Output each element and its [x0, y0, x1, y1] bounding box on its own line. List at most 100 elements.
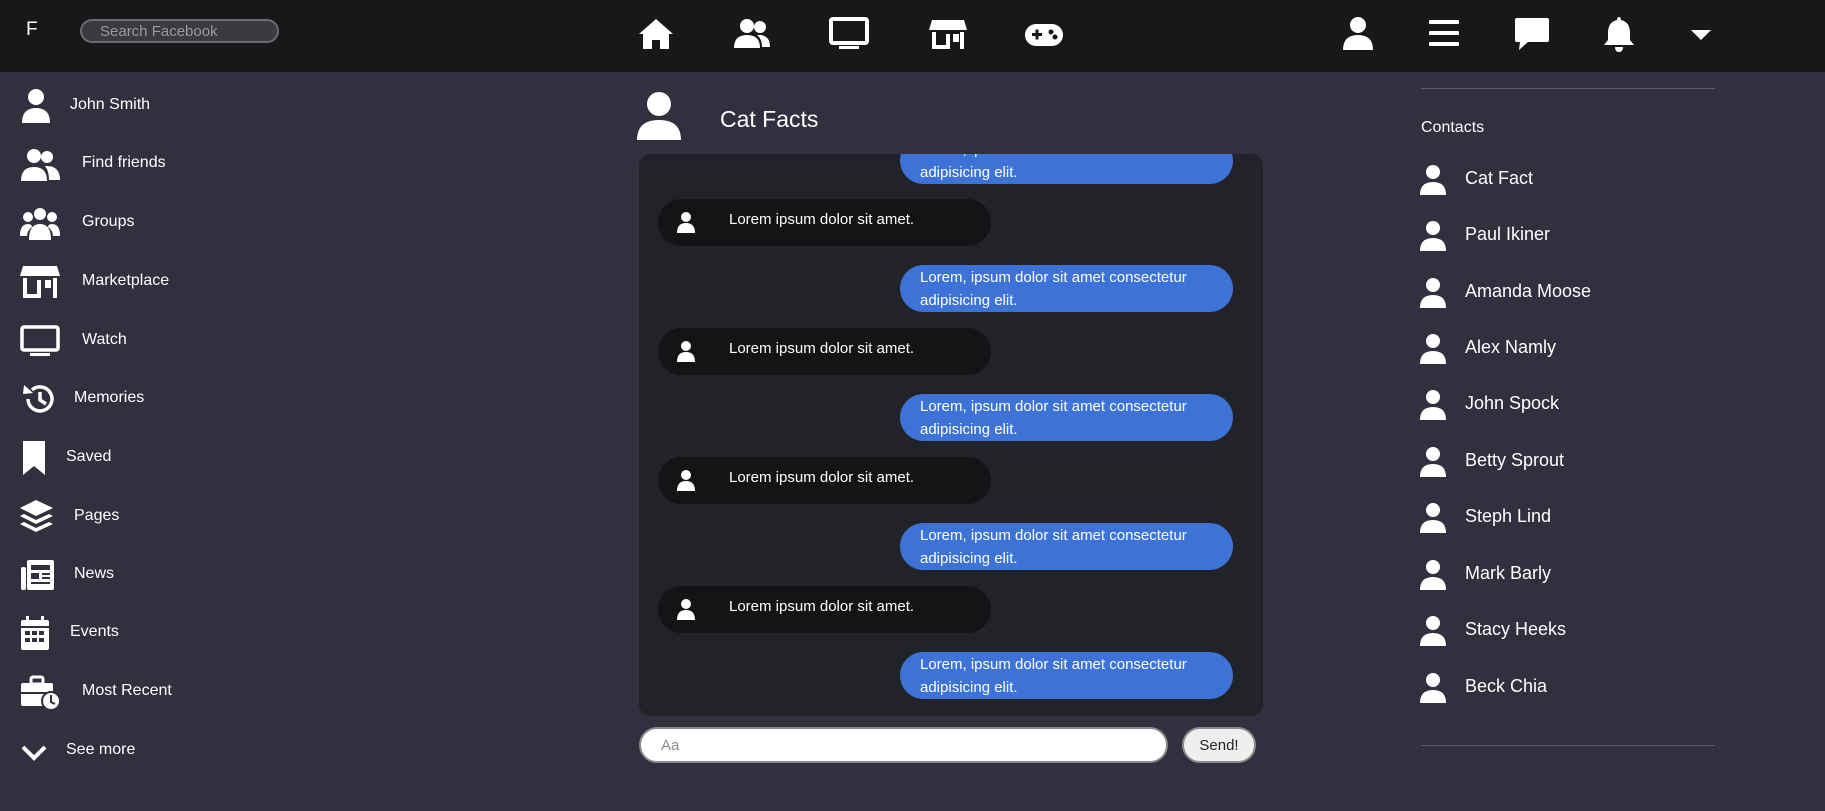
user-icon — [1419, 389, 1447, 421]
contact-item[interactable]: John Spock — [1419, 383, 1709, 423]
sidebar-see-more[interactable]: See more — [0, 729, 320, 773]
marketplace-icon — [20, 264, 64, 300]
divider — [1421, 88, 1715, 89]
sidebar-item-saved[interactable]: Saved — [0, 436, 320, 480]
sidebar-item-label: Find friends — [82, 154, 166, 171]
sidebar-item-label: See more — [66, 741, 136, 758]
incoming-message: Lorem ipsum dolor sit amet. — [658, 457, 991, 504]
contact-name: Alex Namly — [1465, 337, 1557, 357]
sidebar-item-profile[interactable]: John Smith — [0, 84, 320, 128]
home-icon[interactable] — [636, 14, 676, 54]
contact-item[interactable]: Stacy Heeks — [1419, 609, 1709, 649]
user-icon — [1419, 333, 1447, 365]
outgoing-message: Lorem, ipsum dolor sit amet consectetur … — [900, 523, 1233, 570]
sidebar-item-label: Memories — [74, 389, 145, 406]
top-navigation-bar: F — [0, 0, 1825, 72]
sidebar-item-events[interactable]: Events — [0, 611, 320, 655]
user-icon — [674, 339, 698, 363]
sidebar-item-label: Watch — [82, 331, 127, 348]
user-icon — [1419, 672, 1447, 704]
contact-item[interactable]: Paul Ikiner — [1419, 214, 1709, 254]
friends-icon — [20, 146, 64, 182]
message-text: Lorem, ipsum dolor sit amet consectetur … — [920, 656, 1187, 696]
contact-name: Paul Ikiner — [1465, 224, 1551, 244]
sidebar-item-marketplace[interactable]: Marketplace — [0, 260, 320, 304]
user-icon — [20, 88, 64, 124]
user-icon — [1419, 615, 1447, 647]
send-button[interactable]: Send! — [1182, 727, 1256, 763]
menu-icon[interactable] — [1424, 14, 1464, 54]
contact-item[interactable]: Amanda Moose — [1419, 271, 1709, 311]
sidebar-item-label: Marketplace — [82, 272, 170, 289]
messenger-icon[interactable] — [1512, 14, 1552, 54]
bell-icon[interactable] — [1599, 14, 1639, 54]
gaming-icon[interactable] — [1024, 14, 1064, 54]
layers-icon — [20, 499, 64, 535]
message-text: Lorem ipsum dolor sit amet. — [729, 598, 915, 615]
chat-message-list[interactable]: Lorem, ipsum dolor sit amet consectetur … — [639, 154, 1263, 716]
sidebar-item-watch[interactable]: Watch — [0, 319, 320, 363]
friends-icon[interactable] — [732, 14, 772, 54]
contact-item[interactable]: Alex Namly — [1419, 327, 1709, 367]
calendar-icon — [20, 615, 64, 651]
contact-name: Cat Fact — [1465, 168, 1534, 188]
user-icon — [674, 210, 698, 234]
history-icon — [20, 381, 64, 417]
sidebar-item-label: John Smith — [70, 96, 151, 113]
user-icon — [1419, 446, 1447, 478]
profile-icon[interactable] — [1338, 14, 1378, 54]
sidebar-item-pages[interactable]: Pages — [0, 495, 320, 539]
user-icon — [1419, 277, 1447, 309]
sidebar-item-find-friends[interactable]: Find friends — [0, 142, 320, 186]
contact-item[interactable]: Cat Fact — [1419, 158, 1709, 198]
watch-icon — [20, 323, 64, 359]
message-text: Lorem ipsum dolor sit amet. — [729, 211, 915, 228]
message-text: Lorem, ipsum dolor sit amet consectetur … — [920, 527, 1187, 567]
outgoing-message: Lorem, ipsum dolor sit amet consectetur … — [900, 154, 1233, 184]
sidebar-item-label: Groups — [82, 213, 135, 230]
contact-name: John Spock — [1465, 393, 1560, 413]
sidebar-item-most-recent[interactable]: Most Recent — [0, 670, 320, 714]
message-input[interactable] — [639, 727, 1168, 763]
contact-item[interactable]: Mark Barly — [1419, 553, 1709, 593]
user-icon — [1419, 220, 1447, 252]
incoming-message: Lorem ipsum dolor sit amet. — [658, 199, 991, 246]
message-text: Lorem, ipsum dolor sit amet consectetur … — [920, 154, 1187, 181]
outgoing-message: Lorem, ipsum dolor sit amet consectetur … — [900, 265, 1233, 312]
user-icon — [674, 468, 698, 492]
message-text: Lorem, ipsum dolor sit amet consectetur … — [920, 269, 1187, 309]
contact-name: Betty Sprout — [1465, 450, 1565, 470]
contact-name: Stacy Heeks — [1465, 619, 1567, 639]
sidebar-item-news[interactable]: News — [0, 553, 320, 597]
facebook-logo[interactable]: F — [26, 19, 38, 41]
message-text: Lorem ipsum dolor sit amet. — [729, 469, 915, 486]
message-text: Lorem ipsum dolor sit amet. — [729, 340, 915, 357]
contact-item[interactable]: Steph Lind — [1419, 496, 1709, 536]
marketplace-icon[interactable] — [928, 14, 968, 54]
outgoing-message: Lorem, ipsum dolor sit amet consectetur … — [900, 394, 1233, 441]
sidebar-item-label: Events — [70, 623, 119, 640]
sidebar-item-label: Pages — [74, 507, 120, 524]
incoming-message: Lorem ipsum dolor sit amet. — [658, 328, 991, 375]
message-text: Lorem, ipsum dolor sit amet consectetur … — [920, 398, 1187, 438]
user-icon — [1419, 164, 1447, 196]
sidebar-item-memories[interactable]: Memories — [0, 377, 320, 421]
chat-title: Cat Facts — [720, 106, 819, 132]
sidebar-item-label: Most Recent — [82, 682, 172, 699]
sidebar-item-groups[interactable]: Groups — [0, 201, 320, 245]
newspaper-icon — [20, 557, 64, 593]
search-input[interactable] — [80, 19, 279, 43]
sidebar-item-label: Saved — [66, 448, 112, 465]
user-icon — [674, 597, 698, 621]
briefcase-clock-icon — [20, 674, 64, 710]
groups-icon — [20, 205, 64, 241]
outgoing-message: Lorem, ipsum dolor sit amet consectetur … — [900, 652, 1233, 699]
contact-name: Amanda Moose — [1465, 281, 1592, 301]
contact-item[interactable]: Beck Chia — [1419, 666, 1709, 706]
contact-item[interactable]: Betty Sprout — [1419, 440, 1709, 480]
contact-name: Steph Lind — [1465, 506, 1552, 526]
avatar[interactable] — [636, 90, 682, 142]
chat-header: Cat Facts — [636, 90, 1036, 142]
watch-icon[interactable] — [829, 14, 869, 54]
caret-down-icon[interactable] — [1681, 14, 1721, 54]
